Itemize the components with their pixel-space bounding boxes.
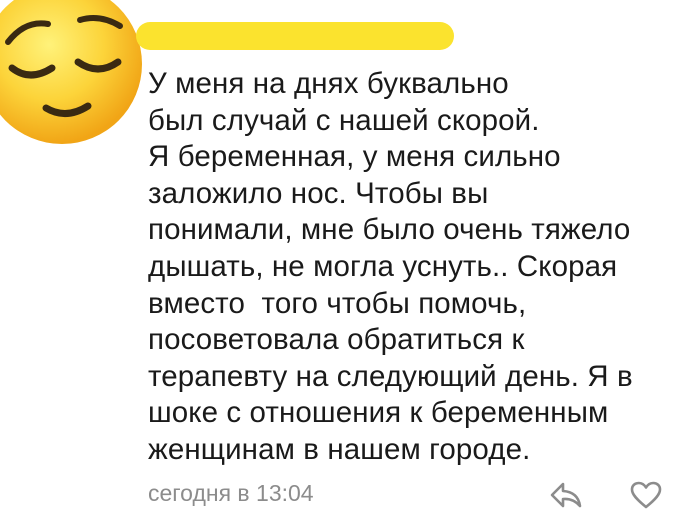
comment-line: Я беременная, у меня сильно: [148, 140, 561, 174]
comment-line: посоветовала обратиться к: [148, 323, 525, 357]
reply-arrow-icon: [550, 482, 582, 508]
comment-line: женщинам в нашем городе.: [148, 432, 531, 466]
like-button[interactable]: [630, 481, 662, 509]
heart-outline-icon: [630, 481, 662, 509]
comment-line: У меня на днях буквально: [148, 67, 509, 100]
comment-line: был случай с нашей скорой.: [148, 103, 540, 137]
comment-line: дышать, не могла уснуть.. Скорая: [148, 249, 618, 283]
comment-line: вместо того чтобы помочь,: [148, 286, 527, 320]
comment-card: У меня на днях буквально был случай с на…: [0, 0, 700, 532]
comment-text: У меня на днях буквально был случай с на…: [148, 66, 693, 469]
comment-line: шоке с отношения к беременным: [148, 396, 609, 430]
author-name-redacted: [136, 22, 454, 50]
comment-line: заложило нос. Чтобы вы: [148, 176, 489, 210]
comment-line: понимали, мне было очень тяжело: [148, 213, 631, 247]
comment-line: терапевту на следующий день. Я в: [148, 359, 633, 393]
relieved-face-emoji-icon: [0, 0, 142, 144]
reply-button[interactable]: [549, 480, 583, 510]
avatar[interactable]: [0, 0, 145, 147]
comment-timestamp: сегодня в 13:04: [148, 480, 314, 506]
